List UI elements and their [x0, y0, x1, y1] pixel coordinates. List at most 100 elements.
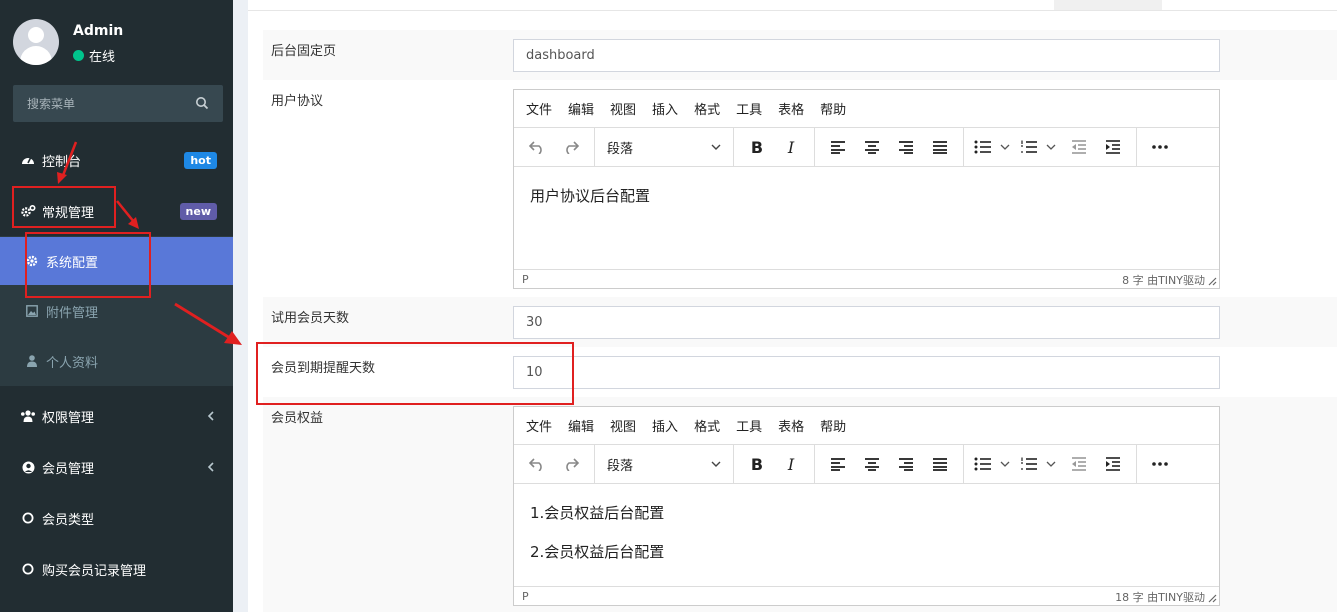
annotation-box-system-config — [25, 232, 151, 298]
chevron-left-icon — [207, 462, 214, 472]
user-circle-icon — [20, 459, 36, 475]
toolbar-list-group — [964, 128, 1137, 166]
form-row-fixed-page: 后台固定页 dashboard — [263, 30, 1337, 80]
align-right-icon[interactable] — [889, 133, 923, 161]
bullet-list-icon[interactable] — [970, 450, 1016, 478]
outdent-icon[interactable] — [1062, 450, 1096, 478]
annotation-box-expire-remind — [256, 342, 574, 405]
form-row-member-rights: 会员权益 文件 编辑 视图 插入 格式 工具 表格 帮助 段落 B I 1.会员… — [263, 397, 1337, 612]
users-icon — [20, 408, 36, 424]
toolbar-format-group: 段落 — [595, 128, 734, 166]
italic-icon[interactable]: I — [774, 450, 808, 478]
align-left-icon[interactable] — [821, 450, 855, 478]
divider — [248, 10, 1337, 11]
user-icon — [24, 353, 40, 369]
block-format-select[interactable]: 段落 — [601, 450, 727, 478]
element-path: P — [522, 589, 529, 603]
italic-icon[interactable]: I — [774, 133, 808, 161]
field-label: 会员权益 — [271, 411, 324, 426]
menu-view[interactable]: 视图 — [610, 416, 636, 435]
menu-help[interactable]: 帮助 — [820, 99, 846, 118]
align-center-icon[interactable] — [855, 450, 889, 478]
trial-days-input[interactable]: 30 — [513, 306, 1220, 339]
menu-tools[interactable]: 工具 — [736, 416, 762, 435]
editor-content[interactable]: 用户协议后台配置 — [514, 167, 1219, 242]
sidebar-item-purchase-records[interactable]: 购买会员记录管理 — [0, 544, 233, 594]
sidebar-item-label: 购买会员记录管理 — [42, 563, 147, 579]
align-left-icon[interactable] — [821, 133, 855, 161]
menu-search-input[interactable] — [13, 85, 223, 122]
user-status-label: 在线 — [89, 50, 116, 65]
user-status: 在线 — [73, 46, 115, 65]
more-icon[interactable] — [1143, 450, 1177, 478]
editor-paragraph: 1.会员权益后台配置 — [530, 504, 665, 522]
undo-icon[interactable] — [520, 133, 554, 161]
image-icon — [24, 303, 40, 319]
editor-paragraph: 用户协议后台配置 — [530, 187, 651, 205]
editor-content[interactable]: 1.会员权益后台配置 2.会员权益后台配置 — [514, 484, 1219, 598]
bullet-list-icon[interactable] — [970, 133, 1016, 161]
menu-table[interactable]: 表格 — [778, 99, 804, 118]
menu-table[interactable]: 表格 — [778, 416, 804, 435]
sidebar-item-members[interactable]: 会员管理 — [0, 442, 233, 492]
editor-toolbar: 段落 B I — [514, 445, 1219, 484]
main-area: 后台固定页 dashboard 用户协议 文件 编辑 视图 插入 格式 工具 表… — [233, 0, 1337, 612]
numbered-list-icon[interactable] — [1016, 450, 1062, 478]
sidebar-item-label: 权限管理 — [42, 410, 95, 426]
avatar — [13, 19, 59, 65]
more-icon[interactable] — [1143, 133, 1177, 161]
toolbar-align-group — [815, 445, 964, 483]
search-icon[interactable] — [195, 96, 209, 110]
toolbar-text-group: B I — [734, 128, 815, 166]
sidebar-item-dashboard[interactable]: 控制台 hot — [0, 135, 233, 185]
align-right-icon[interactable] — [889, 450, 923, 478]
numbered-list-icon[interactable] — [1016, 133, 1062, 161]
menu-file[interactable]: 文件 — [526, 416, 552, 435]
menu-view[interactable]: 视图 — [610, 99, 636, 118]
sidebar-item-label: 会员管理 — [42, 461, 95, 477]
toolbar-more-group — [1137, 445, 1183, 483]
sidebar-item-permissions[interactable]: 权限管理 — [0, 391, 233, 441]
resize-grip-icon[interactable] — [1207, 593, 1217, 603]
menu-format[interactable]: 格式 — [694, 99, 720, 118]
redo-icon[interactable] — [554, 133, 588, 161]
element-path: P — [522, 272, 529, 286]
menu-insert[interactable]: 插入 — [652, 416, 678, 435]
bold-icon[interactable]: B — [740, 450, 774, 478]
menu-insert[interactable]: 插入 — [652, 99, 678, 118]
annotation-arrow-icon — [57, 141, 78, 184]
sidebar-item-label: 个人资料 — [46, 355, 99, 371]
toolbar-format-group: 段落 — [595, 445, 734, 483]
indent-icon[interactable] — [1096, 133, 1130, 161]
editor-menubar: 文件 编辑 视图 插入 格式 工具 表格 帮助 — [514, 407, 1219, 445]
editor-statusbar: P 8 字 由TINY驱动 — [514, 269, 1219, 288]
align-justify-icon[interactable] — [923, 450, 957, 478]
menu-file[interactable]: 文件 — [526, 99, 552, 118]
menu-help[interactable]: 帮助 — [820, 416, 846, 435]
undo-icon[interactable] — [520, 450, 554, 478]
fixed-page-input[interactable]: dashboard — [513, 39, 1220, 72]
sidebar-item-label: 会员类型 — [42, 512, 95, 528]
toolbar-text-group: B I — [734, 445, 815, 483]
member-rights-editor: 文件 编辑 视图 插入 格式 工具 表格 帮助 段落 B I 1.会员权益后台配… — [513, 406, 1220, 606]
expire-remind-days-input[interactable]: 10 — [513, 356, 1220, 389]
annotation-arrow-icon — [116, 200, 139, 229]
menu-edit[interactable]: 编辑 — [568, 99, 594, 118]
hot-badge: hot — [184, 152, 217, 169]
menu-edit[interactable]: 编辑 — [568, 416, 594, 435]
editor-statusbar: P 18 字 由TINY驱动 — [514, 586, 1219, 605]
indent-icon[interactable] — [1096, 450, 1130, 478]
redo-icon[interactable] — [554, 450, 588, 478]
block-format-select[interactable]: 段落 — [601, 133, 727, 161]
outdent-icon[interactable] — [1062, 133, 1096, 161]
align-center-icon[interactable] — [855, 133, 889, 161]
sidebar-item-member-types[interactable]: 会员类型 — [0, 493, 233, 543]
resize-grip-icon[interactable] — [1207, 276, 1217, 286]
menu-tools[interactable]: 工具 — [736, 99, 762, 118]
tab-placeholder — [1054, 0, 1162, 10]
align-justify-icon[interactable] — [923, 133, 957, 161]
config-panel: 后台固定页 dashboard 用户协议 文件 编辑 视图 插入 格式 工具 表… — [248, 0, 1337, 612]
menu-format[interactable]: 格式 — [694, 416, 720, 435]
form-row-trial-days: 试用会员天数 30 — [263, 297, 1337, 347]
bold-icon[interactable]: B — [740, 133, 774, 161]
